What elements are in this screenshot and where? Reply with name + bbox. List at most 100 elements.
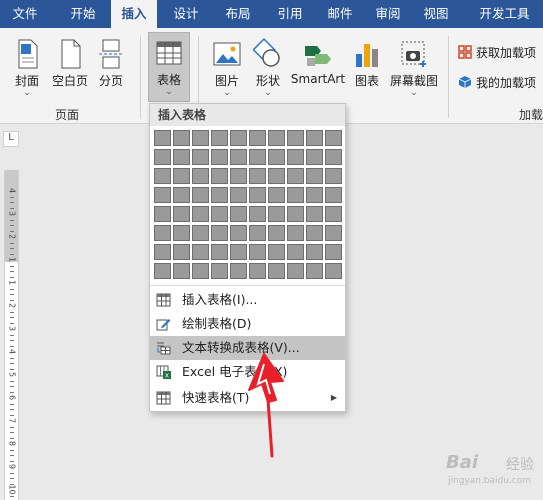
table-grid-cell[interactable] xyxy=(173,149,190,165)
table-grid-cell[interactable] xyxy=(173,206,190,222)
tab-mailings[interactable]: 邮件 xyxy=(318,0,362,28)
table-grid-cell[interactable] xyxy=(325,149,342,165)
table-grid-cell[interactable] xyxy=(306,225,323,241)
table-grid-cell[interactable] xyxy=(211,225,228,241)
tab-review[interactable]: 审阅 xyxy=(366,0,410,28)
table-grid-cell[interactable] xyxy=(173,168,190,184)
table-grid-cell[interactable] xyxy=(306,130,323,146)
table-grid-cell[interactable] xyxy=(192,263,209,279)
tab-design[interactable]: 设计 xyxy=(164,0,208,28)
table-grid-cell[interactable] xyxy=(287,168,304,184)
table-size-grid[interactable] xyxy=(154,130,342,284)
table-grid-cell[interactable] xyxy=(325,130,342,146)
table-grid-cell[interactable] xyxy=(211,130,228,146)
table-grid-cell[interactable] xyxy=(173,225,190,241)
quick-tables-menu-item[interactable]: 快速表格(T) ▶ xyxy=(150,386,345,410)
tab-insert[interactable]: 插入 xyxy=(111,0,157,28)
table-grid-cell[interactable] xyxy=(249,225,266,241)
table-grid-cell[interactable] xyxy=(230,206,247,222)
excel-spreadsheet-menu-item[interactable]: x Excel 电子表格(X) xyxy=(150,360,345,384)
table-grid-cell[interactable] xyxy=(325,244,342,260)
table-grid-cell[interactable] xyxy=(306,168,323,184)
table-grid-cell[interactable] xyxy=(173,130,190,146)
insert-table-menu-item[interactable]: 插入表格(I)... xyxy=(150,288,345,312)
table-grid-cell[interactable] xyxy=(154,168,171,184)
table-grid-cell[interactable] xyxy=(268,244,285,260)
table-grid-cell[interactable] xyxy=(249,187,266,203)
screenshot-button[interactable]: 屏幕截图 ⌄ xyxy=(388,34,440,106)
table-grid-cell[interactable] xyxy=(192,149,209,165)
table-grid-cell[interactable] xyxy=(325,225,342,241)
table-grid-cell[interactable] xyxy=(211,244,228,260)
convert-text-to-table-menu-item[interactable]: 文本转换成表格(V)... xyxy=(150,336,345,360)
table-grid-cell[interactable] xyxy=(211,149,228,165)
table-grid-cell[interactable] xyxy=(211,263,228,279)
tab-home[interactable]: 开始 xyxy=(58,0,108,28)
table-grid-cell[interactable] xyxy=(249,149,266,165)
table-grid-cell[interactable] xyxy=(287,130,304,146)
draw-table-menu-item[interactable]: 绘制表格(D) xyxy=(150,312,345,336)
table-grid-cell[interactable] xyxy=(268,168,285,184)
table-grid-cell[interactable] xyxy=(287,187,304,203)
table-grid-cell[interactable] xyxy=(306,244,323,260)
table-grid-cell[interactable] xyxy=(325,263,342,279)
table-grid-cell[interactable] xyxy=(306,206,323,222)
table-grid-cell[interactable] xyxy=(268,187,285,203)
page-break-button[interactable]: 分页 xyxy=(94,34,128,106)
table-grid-cell[interactable] xyxy=(154,225,171,241)
tab-view[interactable]: 视图 xyxy=(414,0,458,28)
table-grid-cell[interactable] xyxy=(268,149,285,165)
tab-references[interactable]: 引用 xyxy=(268,0,312,28)
table-grid-cell[interactable] xyxy=(287,149,304,165)
table-grid-cell[interactable] xyxy=(192,225,209,241)
table-grid-cell[interactable] xyxy=(154,263,171,279)
table-grid-cell[interactable] xyxy=(230,187,247,203)
table-grid-cell[interactable] xyxy=(306,187,323,203)
table-grid-cell[interactable] xyxy=(192,206,209,222)
table-grid-cell[interactable] xyxy=(154,149,171,165)
smartart-button[interactable]: SmartArt xyxy=(290,34,346,106)
table-grid-cell[interactable] xyxy=(249,244,266,260)
table-grid-cell[interactable] xyxy=(154,187,171,203)
table-grid-cell[interactable] xyxy=(268,225,285,241)
tab-developer[interactable]: 开发工具 xyxy=(466,0,543,28)
blank-page-button[interactable]: 空白页 xyxy=(50,34,90,106)
table-grid-cell[interactable] xyxy=(249,263,266,279)
table-grid-cell[interactable] xyxy=(287,263,304,279)
table-grid-cell[interactable] xyxy=(230,149,247,165)
table-grid-cell[interactable] xyxy=(306,263,323,279)
table-grid-cell[interactable] xyxy=(268,130,285,146)
table-grid-cell[interactable] xyxy=(154,130,171,146)
table-grid-cell[interactable] xyxy=(325,187,342,203)
table-grid-cell[interactable] xyxy=(306,149,323,165)
table-grid-cell[interactable] xyxy=(173,187,190,203)
table-grid-cell[interactable] xyxy=(230,130,247,146)
table-grid-cell[interactable] xyxy=(249,168,266,184)
table-grid-cell[interactable] xyxy=(211,168,228,184)
table-grid-cell[interactable] xyxy=(287,206,304,222)
picture-button[interactable]: 图片 ⌄ xyxy=(208,34,246,106)
table-grid-cell[interactable] xyxy=(249,206,266,222)
cover-page-button[interactable]: 封面 ⌄ xyxy=(8,34,46,106)
table-button[interactable]: 表格 ⌄ xyxy=(148,32,190,102)
table-grid-cell[interactable] xyxy=(249,130,266,146)
table-grid-cell[interactable] xyxy=(192,168,209,184)
tab-layout[interactable]: 布局 xyxy=(216,0,260,28)
table-grid-cell[interactable] xyxy=(173,263,190,279)
table-grid-cell[interactable] xyxy=(211,187,228,203)
table-grid-cell[interactable] xyxy=(154,244,171,260)
table-grid-cell[interactable] xyxy=(230,263,247,279)
table-grid-cell[interactable] xyxy=(287,225,304,241)
get-addins-button[interactable]: 获取加载项 xyxy=(458,42,536,64)
my-addins-button[interactable]: 我的加载项 xyxy=(458,72,536,94)
table-grid-cell[interactable] xyxy=(325,168,342,184)
table-grid-cell[interactable] xyxy=(192,130,209,146)
table-grid-cell[interactable] xyxy=(192,187,209,203)
tab-file[interactable]: 文件 xyxy=(0,0,50,28)
table-grid-cell[interactable] xyxy=(287,244,304,260)
table-grid-cell[interactable] xyxy=(230,244,247,260)
table-grid-cell[interactable] xyxy=(230,168,247,184)
table-grid-cell[interactable] xyxy=(268,206,285,222)
table-grid-cell[interactable] xyxy=(192,244,209,260)
chart-button[interactable]: 图表 xyxy=(350,34,384,106)
